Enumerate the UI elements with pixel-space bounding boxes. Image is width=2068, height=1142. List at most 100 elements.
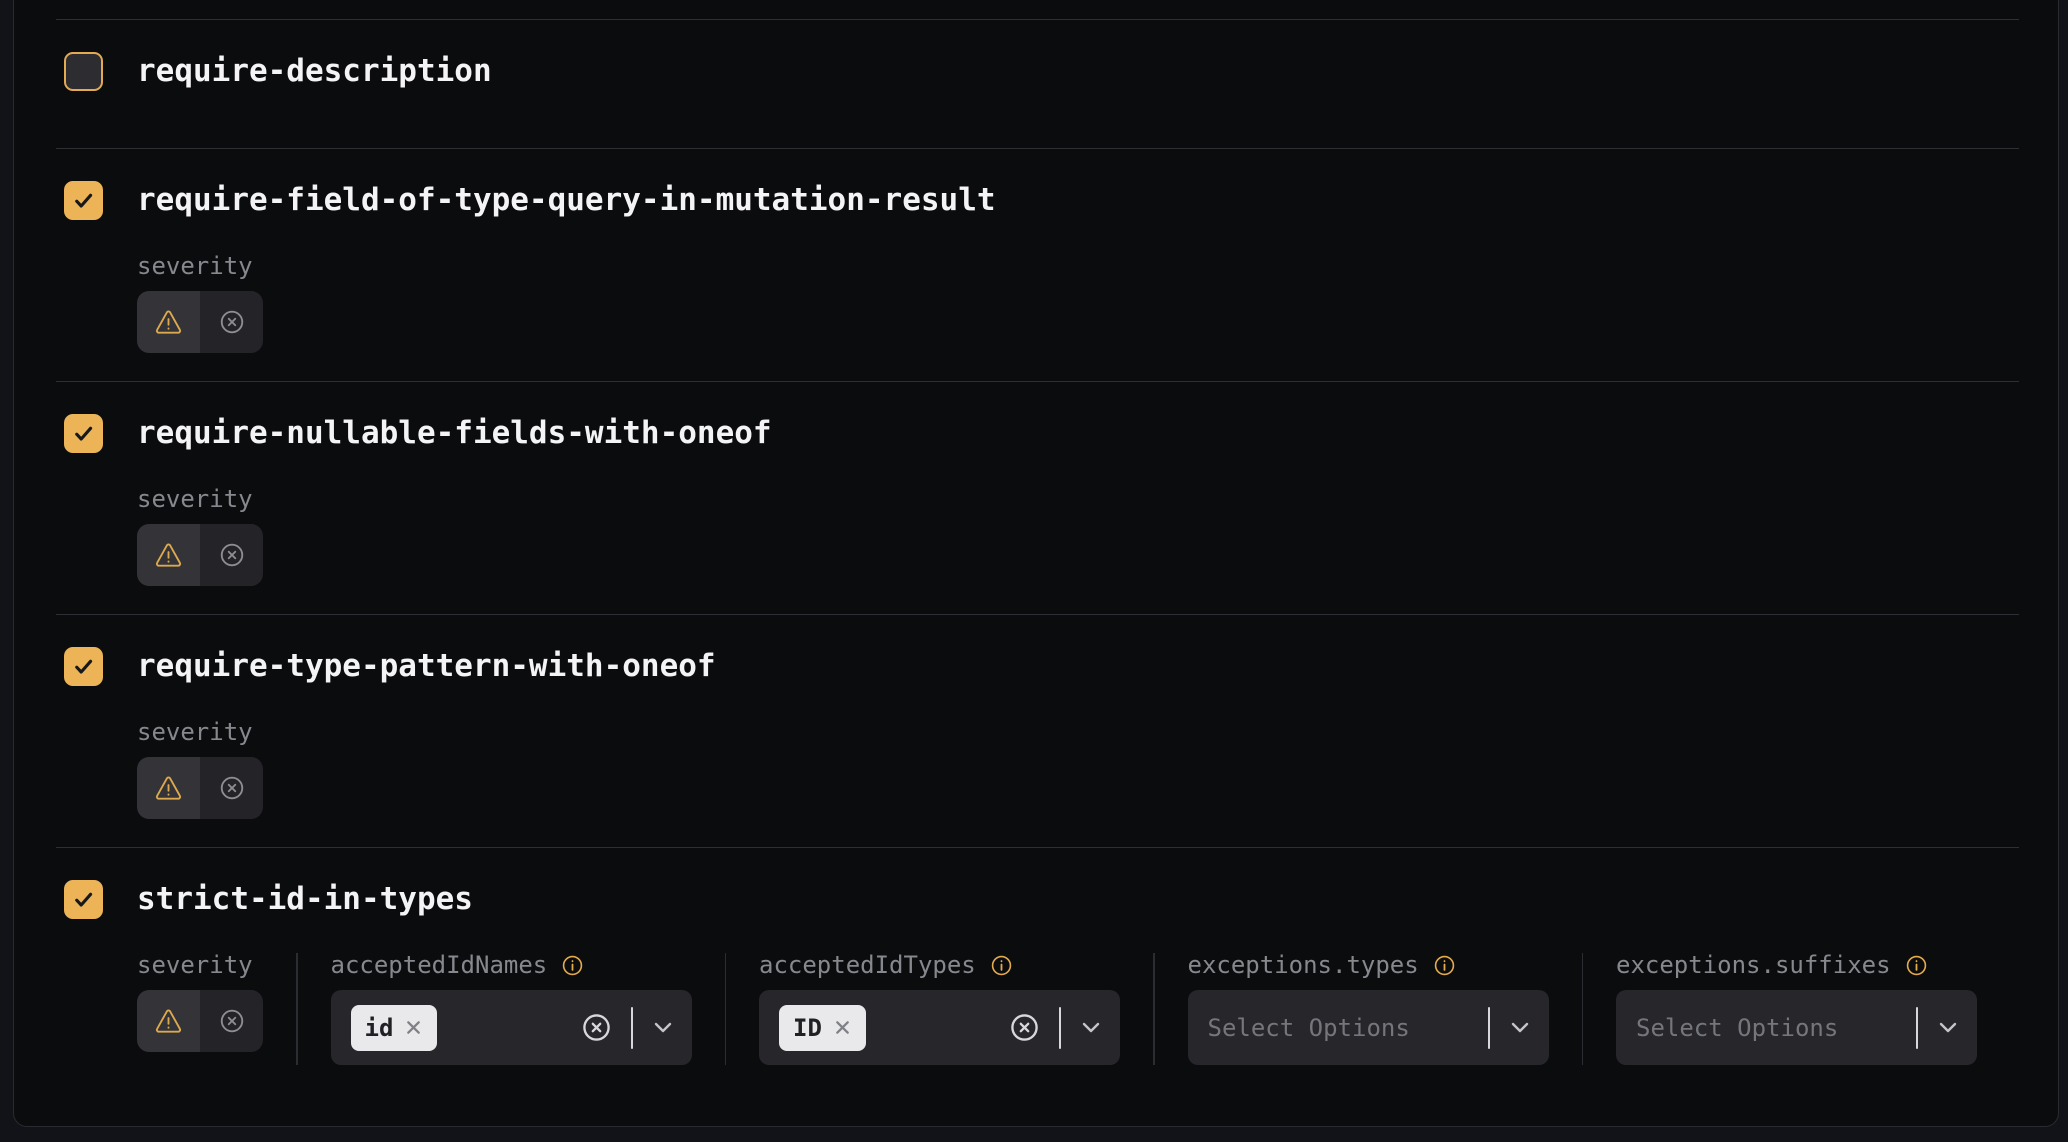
rule-name-label: require-description [137, 52, 492, 91]
severity-off-button[interactable] [200, 757, 263, 819]
option-label: acceptedIdTypes [759, 953, 976, 977]
checkmark-icon [71, 887, 96, 912]
warning-triangle-icon [154, 309, 183, 336]
severity-warning-button[interactable] [137, 291, 200, 353]
multiselect-input[interactable]: Select Options [1616, 990, 1977, 1065]
option-label: severity [137, 487, 253, 511]
rule-checkbox[interactable] [64, 414, 103, 453]
severity-off-button[interactable] [200, 990, 263, 1052]
chips-container: id [351, 1005, 438, 1051]
multiselect-controls [1008, 1007, 1100, 1049]
severity-option: severity [137, 720, 263, 819]
option-column-divider [1582, 953, 1584, 1065]
rule-checkbox[interactable] [64, 647, 103, 686]
rule-name-label: require-nullable-fields-with-oneof [137, 414, 772, 453]
multiselect-controls [1898, 1007, 1957, 1049]
option-label: severity [137, 953, 253, 977]
info-icon[interactable] [1433, 954, 1456, 977]
rules-panel: require-description require-field-of-typ… [13, 0, 2059, 1127]
rule-header: strict-id-in-types [56, 880, 2019, 919]
multiselect-placeholder: Select Options [1208, 1014, 1410, 1042]
severity-off-button[interactable] [200, 524, 263, 586]
warning-triangle-icon [154, 775, 183, 802]
rule-header: require-description [56, 52, 2019, 91]
option-column-divider [725, 953, 727, 1065]
rule-row: require-nullable-fields-with-oneof sever… [56, 381, 2019, 614]
rule-name-label: strict-id-in-types [137, 880, 473, 919]
selected-value-chip: id [351, 1005, 438, 1051]
rule-name-label: require-field-of-type-query-in-mutation-… [137, 181, 996, 220]
multiselect-input[interactable]: id [331, 990, 692, 1065]
rules-list: require-description require-field-of-typ… [56, 19, 2019, 1130]
warning-triangle-icon [154, 1008, 183, 1035]
info-icon[interactable] [1905, 954, 1928, 977]
rule-checkbox[interactable] [64, 880, 103, 919]
rule-name-label: require-type-pattern-with-oneof [137, 647, 716, 686]
rule-row: strict-id-in-types severity acceptedIdNa… [56, 847, 2019, 1130]
rule-header: require-type-pattern-with-oneof [56, 647, 2019, 686]
rule-checkbox[interactable] [64, 181, 103, 220]
rule-header: require-field-of-type-query-in-mutation-… [56, 181, 2019, 220]
clear-selection-icon[interactable] [580, 1011, 613, 1044]
option-label: severity [137, 254, 253, 278]
severity-off-button[interactable] [200, 291, 263, 353]
rule-row: require-type-pattern-with-oneof severity [56, 614, 2019, 847]
checkmark-icon [71, 188, 96, 213]
rule-options: severity [137, 720, 2019, 819]
x-circle-icon [218, 308, 246, 336]
severity-toggle [137, 990, 263, 1052]
rule-options: severity acceptedIdNames [137, 953, 2019, 1065]
multiselect-option: acceptedIdNames id [331, 953, 692, 1065]
x-circle-icon [218, 1007, 246, 1035]
severity-option: severity [137, 953, 263, 1052]
option-label: exceptions.types [1188, 953, 1419, 977]
chip-label: id [365, 1014, 394, 1042]
clear-selection-icon[interactable] [1008, 1011, 1041, 1044]
severity-toggle [137, 757, 263, 819]
multiselect-input[interactable]: ID [759, 990, 1120, 1065]
chevron-down-icon[interactable] [1511, 1022, 1529, 1033]
multiselect-input[interactable]: Select Options [1188, 990, 1549, 1065]
x-circle-icon [218, 774, 246, 802]
multiselect-divider [631, 1007, 633, 1049]
severity-warning-button[interactable] [137, 757, 200, 819]
severity-option: severity [137, 487, 263, 586]
multiselect-divider [1488, 1007, 1490, 1049]
warning-triangle-icon [154, 542, 183, 569]
severity-option: severity [137, 254, 263, 353]
chevron-down-icon[interactable] [654, 1022, 672, 1033]
option-column-divider [296, 953, 298, 1065]
chevron-down-icon[interactable] [1082, 1022, 1100, 1033]
multiselect-divider [1059, 1007, 1061, 1049]
multiselect-placeholder: Select Options [1636, 1014, 1838, 1042]
chevron-down-icon[interactable] [1939, 1022, 1957, 1033]
severity-toggle [137, 524, 263, 586]
option-column-divider [1153, 953, 1155, 1065]
rule-row: require-description [56, 19, 2019, 148]
info-icon[interactable] [990, 954, 1013, 977]
option-label: acceptedIdNames [331, 953, 548, 977]
rule-options: severity [137, 487, 2019, 586]
severity-toggle [137, 291, 263, 353]
multiselect-controls [1470, 1007, 1529, 1049]
multiselect-option: exceptions.types Select Options [1188, 953, 1549, 1065]
rule-row: require-field-of-type-query-in-mutation-… [56, 148, 2019, 381]
selected-value-chip: ID [779, 1005, 866, 1051]
checkmark-icon [71, 654, 96, 679]
rule-options: severity [137, 254, 2019, 353]
remove-chip-icon[interactable] [833, 1018, 852, 1037]
multiselect-option: exceptions.suffixes Select Options [1616, 953, 1977, 1065]
option-label: severity [137, 720, 253, 744]
x-circle-icon [218, 541, 246, 569]
multiselect-option: acceptedIdTypes ID [759, 953, 1120, 1065]
option-label: exceptions.suffixes [1616, 953, 1891, 977]
remove-chip-icon[interactable] [404, 1018, 423, 1037]
checkmark-icon [71, 421, 96, 446]
info-icon[interactable] [561, 954, 584, 977]
rule-checkbox[interactable] [64, 52, 103, 91]
severity-warning-button[interactable] [137, 990, 200, 1052]
multiselect-divider [1916, 1007, 1918, 1049]
severity-warning-button[interactable] [137, 524, 200, 586]
chips-container: ID [779, 1005, 866, 1051]
chip-label: ID [793, 1014, 822, 1042]
